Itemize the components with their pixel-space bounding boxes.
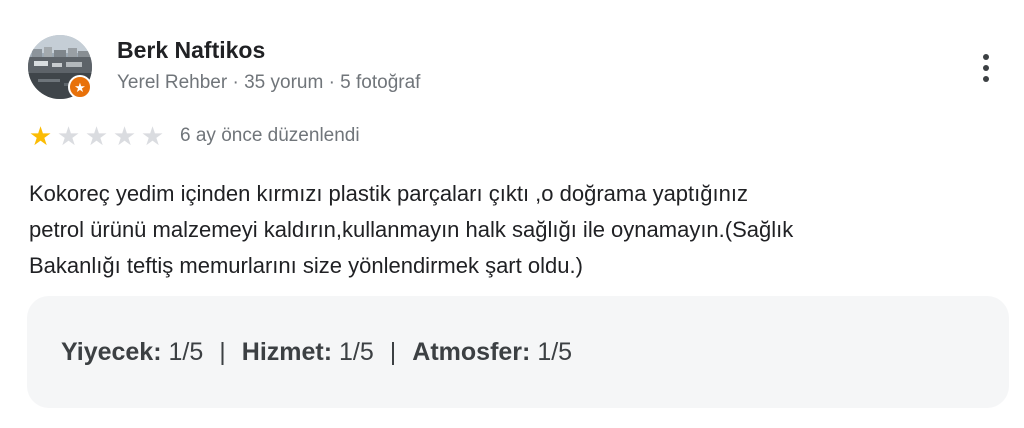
local-guide-badge-icon: ★: [68, 75, 92, 99]
star-rating: ★ ★ ★ ★ ★: [27, 123, 166, 149]
star-empty-icon: ★: [112, 121, 137, 151]
attribute-value: 1/5: [537, 337, 573, 366]
separator: |: [219, 337, 226, 366]
review-text-line: Kokoreç yedim içinden kırmızı plastik pa…: [29, 181, 748, 206]
star-empty-icon: ★: [140, 121, 165, 151]
attribute-label: Atmosfer:: [412, 337, 531, 366]
review-text-line: petrol ürünü malzemeyi kaldırın,kullanma…: [29, 217, 794, 242]
more-vert-icon-dot: [983, 76, 989, 82]
separator: |: [389, 337, 397, 366]
attribute-value: 1/5: [339, 337, 374, 366]
attribute-value: 1/5: [168, 337, 204, 366]
review-text: Kokoreç yedim içinden kırmızı plastik pa…: [29, 176, 989, 284]
review-time: 6 ay önce düzenlendi: [180, 125, 360, 146]
reviewer-meta: Yerel Rehber · 35 yorum · 5 fotoğraf: [117, 72, 421, 93]
review-text-line: Bakanlığı teftiş memurlarını size yönlen…: [29, 253, 583, 278]
reviewer-name[interactable]: Berk Naftikos: [117, 37, 265, 64]
avatar[interactable]: ★: [28, 35, 92, 99]
attribute-label: Yiyecek:: [61, 337, 162, 366]
attribute-label: Hizmet:: [241, 337, 333, 366]
more-vert-icon-dot: [983, 65, 989, 71]
star-empty-icon: ★: [84, 121, 109, 151]
star-filled-icon: ★: [28, 121, 53, 151]
review-card: ★ Berk Naftikos Yerel Rehber · 35 yorum …: [0, 0, 1024, 428]
attribute-ratings: Yiyecek: 1/5 | Hizmet: 1/5 | Atmosfer: 1…: [27, 296, 1009, 408]
more-options-button[interactable]: [970, 48, 1002, 88]
more-vert-icon: [983, 54, 989, 60]
star-empty-icon: ★: [56, 121, 81, 151]
